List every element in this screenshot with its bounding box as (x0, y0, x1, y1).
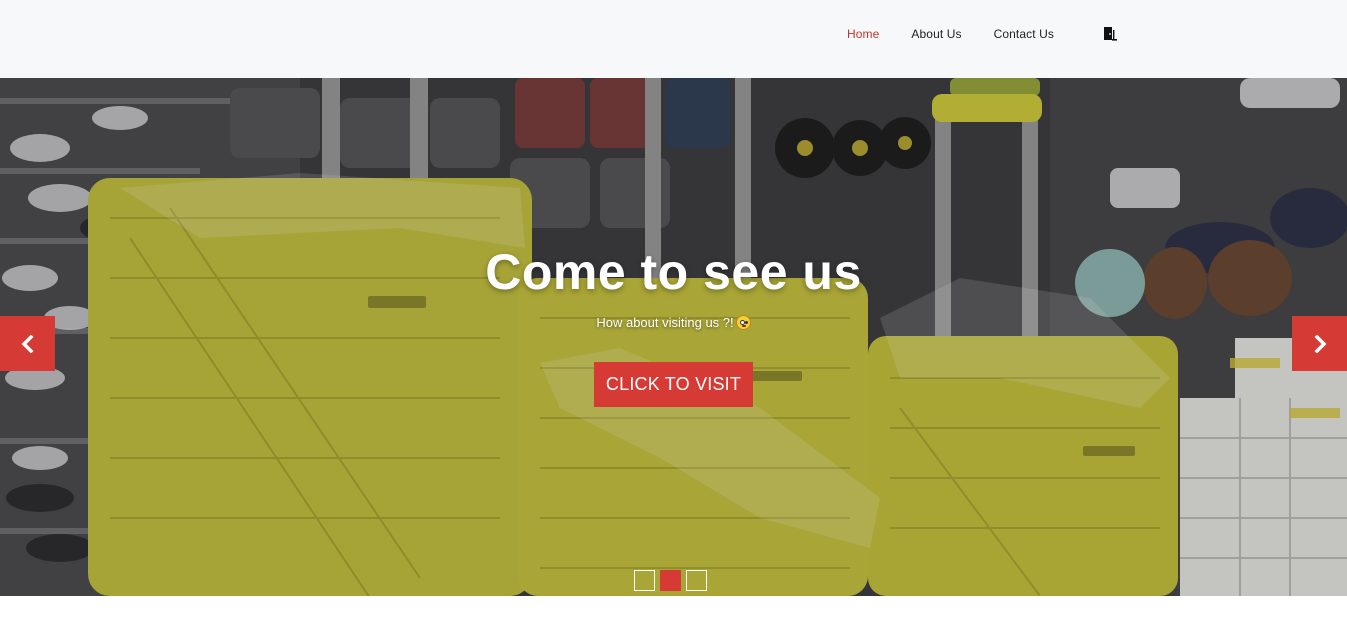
nav-menu: Home About Us Contact Us (847, 27, 1086, 41)
hero-title: Come to see us (485, 244, 862, 300)
nav-about-link[interactable]: About Us (911, 27, 961, 41)
carousel-prev-button[interactable] (0, 316, 55, 371)
hero-carousel: Come to see us How about visiting us ?! … (0, 78, 1347, 596)
top-navbar: Home About Us Contact Us (0, 0, 1347, 78)
carousel-indicators (634, 570, 712, 591)
nav-contact-link[interactable]: Contact Us (994, 27, 1054, 41)
carousel-indicator-1[interactable] (634, 570, 655, 591)
door-exit-icon[interactable] (1101, 25, 1119, 43)
flushed-face-emoji-icon (735, 315, 751, 330)
carousel-next-button[interactable] (1292, 316, 1347, 371)
chevron-left-icon (21, 334, 33, 353)
carousel-indicator-3[interactable] (686, 570, 707, 591)
hero-subtitle-text: How about visiting us ?! (596, 315, 734, 330)
carousel-indicator-2[interactable] (660, 570, 681, 591)
hero-dark-overlay (0, 78, 1347, 596)
nav-home-link[interactable]: Home (847, 27, 879, 41)
chevron-right-icon (1314, 334, 1326, 353)
click-to-visit-button[interactable]: CLICK TO VISIT (594, 362, 753, 407)
hero-subtitle: How about visiting us ?! (0, 315, 1347, 330)
